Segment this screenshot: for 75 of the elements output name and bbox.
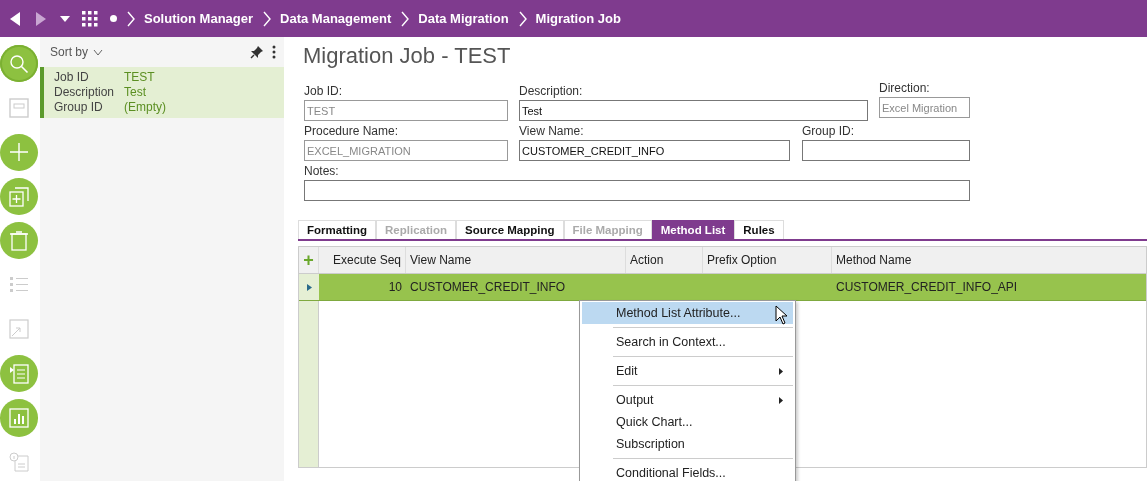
field-value: (Empty) [124,100,167,115]
menu-item[interactable]: Quick Chart... [582,411,793,433]
field-value: Test [124,85,147,100]
back-icon[interactable] [8,10,22,27]
duplicate-icon [9,186,29,207]
column-header[interactable]: Action [626,247,703,273]
field-value: TEST [124,70,156,85]
cursor-icon [775,305,788,325]
column-header[interactable]: Prefix Option [703,247,832,273]
breadcrumb-link[interactable]: Data Management [280,8,392,29]
menu-item[interactable]: Method List Attribute... [582,302,793,324]
search-button[interactable] [0,45,38,83]
breadcrumb-link[interactable]: Data Migration [418,8,509,29]
input-field[interactable] [802,140,970,161]
sort-dropdown[interactable]: Sort by [50,43,88,61]
field-label: View Name: [519,124,585,138]
tab[interactable]: Method List [651,220,735,239]
pin-icon[interactable] [250,45,264,59]
field-label: Job ID: [304,84,343,98]
dropdown-icon[interactable] [60,15,70,22]
chevron-down-icon[interactable] [93,48,103,56]
menu-item[interactable]: Subscription [582,433,793,455]
column-header[interactable]: Method Name [832,247,1146,273]
add-button[interactable] [0,133,38,171]
chevron-icon [518,10,527,27]
menu-item[interactable]: Conditional Fields... [582,455,793,481]
details-button[interactable] [0,355,38,393]
info-icon [9,452,29,473]
table-cell-text: 10 [388,279,402,296]
save-icon [9,97,29,118]
tab[interactable]: Rules [734,220,784,239]
popout-icon [9,319,29,340]
submenu-arrow-icon [779,396,783,404]
breadcrumb-link[interactable]: Solution Manager [144,8,254,29]
row-pointer-icon [306,283,312,291]
table-cell-text: CUSTOMER_CREDIT_INFO_API [836,279,1018,296]
record-card[interactable]: Job ID TEST Description Test Group ID (Empty) [40,67,284,118]
field-label: Group ID [54,100,104,115]
home-dot-icon[interactable] [110,15,117,22]
field-label: Notes: [304,164,340,178]
input-field[interactable]: Test [519,100,868,121]
menu-item[interactable]: Search in Context... [582,324,793,353]
input-field[interactable]: CUSTOMER_CREDIT_INFO [519,140,790,161]
submenu-arrow-icon [779,367,783,375]
table-cell-text: CUSTOMER_CREDIT_INFO [410,279,566,296]
page-title: Migration Job - TEST [303,42,512,70]
chart-icon [9,408,29,428]
add-icon [9,142,29,163]
column-header[interactable]: Execute Seq [319,247,406,273]
field-label: Procedure Name: [304,124,400,138]
delete-button[interactable] [0,222,38,260]
chart-button[interactable] [0,399,38,437]
apps-icon[interactable] [82,10,98,27]
forward-icon[interactable] [34,10,48,27]
menu-item[interactable]: Edit [582,353,793,382]
delete-icon [9,230,29,251]
field-label: Job ID [54,70,90,85]
breadcrumb-link[interactable]: Migration Job [535,8,621,29]
more-icon[interactable] [272,45,276,59]
tab[interactable]: Formatting [298,220,377,239]
field-label: Description [54,85,116,100]
details-icon [9,363,29,384]
field-label: Direction: [879,81,931,95]
duplicate-button[interactable] [0,177,38,216]
table-row[interactable]: 10 CUSTOMER_CREDIT_INFO CUSTOMER_CREDIT_INFO_API [299,274,1146,301]
search-icon [9,53,29,74]
chevron-icon [401,10,410,27]
field-label: Description: [519,84,584,98]
chevron-icon [263,10,272,27]
input-field[interactable] [304,180,970,201]
field-label: Group ID: [802,124,856,138]
column-header[interactable]: View Name [406,247,626,273]
tab[interactable]: Source Mapping [456,220,564,239]
menu-item[interactable]: Output [582,382,793,411]
chevron-icon [127,10,135,27]
